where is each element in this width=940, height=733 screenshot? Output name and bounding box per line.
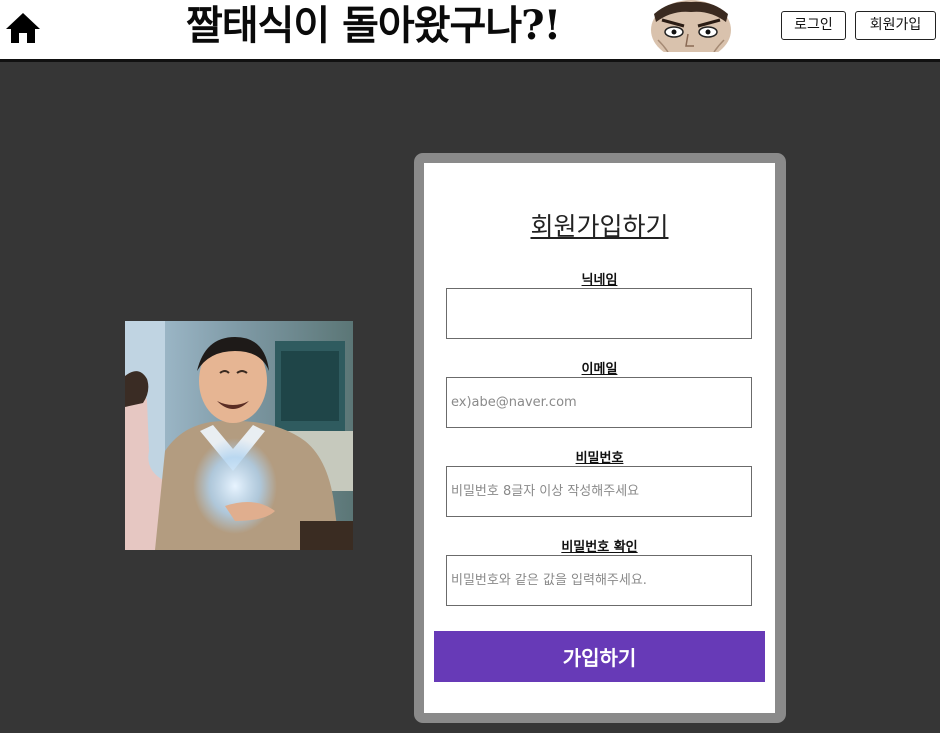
nickname-input[interactable] bbox=[446, 288, 752, 339]
signup-button[interactable]: 회원가입 bbox=[855, 11, 936, 40]
signup-form: 회원가입하기 닉네임 이메일 비밀번호 비밀번호 확인 가입하기 bbox=[424, 163, 775, 713]
password-label: 비밀번호 bbox=[575, 451, 624, 466]
nickname-label: 닉네임 bbox=[581, 273, 618, 288]
mascot-face-image bbox=[651, 0, 731, 52]
form-title: 회원가입하기 bbox=[530, 212, 669, 241]
laughing-man-photo bbox=[125, 321, 353, 550]
email-input[interactable] bbox=[446, 377, 752, 428]
home-icon[interactable] bbox=[4, 10, 42, 46]
login-button[interactable]: 로그인 bbox=[781, 11, 846, 40]
password-input[interactable] bbox=[446, 466, 752, 517]
submit-signup-button[interactable]: 가입하기 bbox=[434, 631, 765, 682]
signup-card-frame: 회원가입하기 닉네임 이메일 비밀번호 비밀번호 확인 가입하기 bbox=[414, 153, 786, 723]
top-header: 짤태식이 돌아왔구나?! 로그인 회원가입 bbox=[0, 0, 940, 62]
password-confirm-label: 비밀번호 확인 bbox=[561, 540, 638, 555]
email-label: 이메일 bbox=[581, 362, 618, 377]
site-title: 짤태식이 돌아왔구나?! bbox=[186, 2, 561, 49]
password-confirm-input[interactable] bbox=[446, 555, 752, 606]
